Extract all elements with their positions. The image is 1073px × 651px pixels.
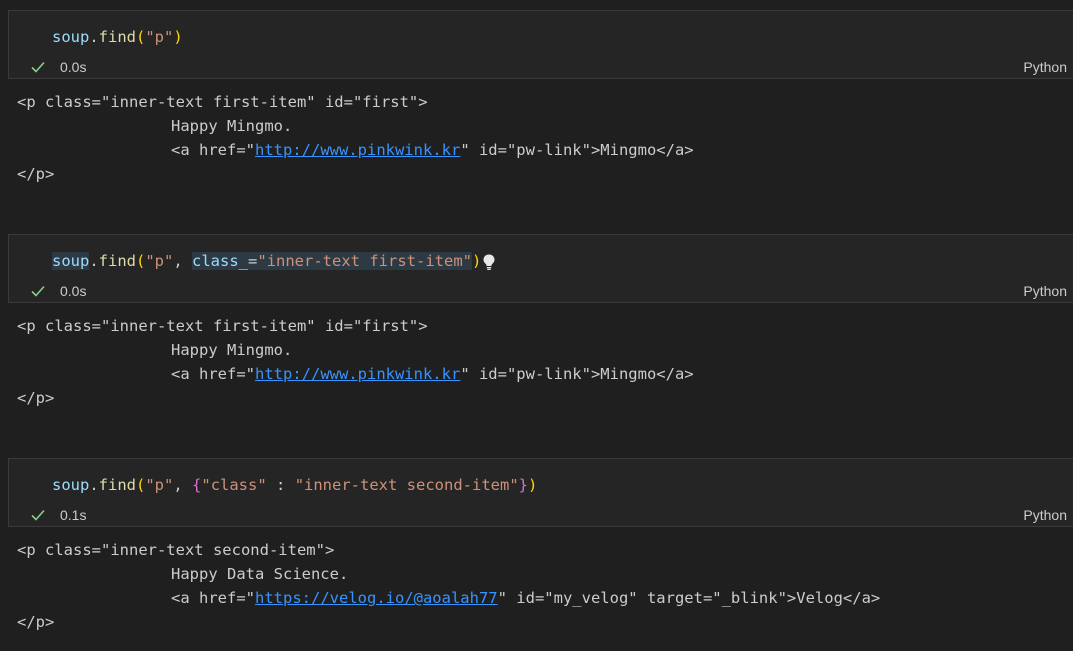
execution-status: 0.0s — [29, 57, 86, 77]
code-token-dict-key: "class" — [201, 476, 267, 494]
output-line: <p class="inner-text first-item" id="fir… — [17, 317, 428, 335]
execution-status: 0.1s — [29, 505, 86, 525]
code-token-paren-close: ) — [472, 252, 482, 270]
code-editor[interactable]: soup.find("p", {"class" : "inner-text se… — [8, 458, 1073, 527]
output-line: <a href="http://www.pinkwink.kr" id="pw-… — [17, 362, 694, 386]
output-link[interactable]: https://velog.io/@aoalah77 — [255, 589, 498, 607]
code-token-string: "inner-text first-item" — [257, 252, 472, 270]
code-token-variable: soup — [52, 252, 90, 270]
cell-output: <p class="inner-text second-item"> Happy… — [17, 538, 880, 634]
cell-output: <p class="inner-text first-item" id="fir… — [17, 90, 694, 186]
code-token-string: "p" — [145, 476, 174, 494]
code-line[interactable]: soup.find("p", {"class" : "inner-text se… — [52, 475, 537, 495]
code-token-paren-open: ( — [136, 252, 146, 270]
code-token-dict-value: "inner-text second-item" — [294, 476, 519, 494]
code-token-comma: , — [173, 252, 193, 270]
execution-time: 0.0s — [60, 59, 87, 75]
code-token-comma: , — [173, 476, 193, 494]
code-token-variable: soup — [52, 28, 90, 46]
code-token-paren-close: ) — [173, 28, 183, 46]
code-token-variable: soup — [52, 476, 90, 494]
code-token-paren-close: ) — [528, 476, 538, 494]
execution-time: 0.0s — [60, 283, 87, 299]
output-line: <p class="inner-text second-item"> — [17, 541, 335, 559]
output-text: " id="pw-link">Mingmo</a> — [460, 365, 694, 383]
code-line[interactable]: soup.find("p") — [52, 27, 183, 47]
output-text: <a href=" — [171, 589, 255, 607]
execution-status: 0.0s — [29, 281, 86, 301]
output-line: </p> — [17, 613, 55, 631]
cell-output: <p class="inner-text first-item" id="fir… — [17, 314, 694, 410]
output-line: </p> — [17, 165, 55, 183]
code-token-brace-close: } — [518, 476, 528, 494]
output-line: <a href="http://www.pinkwink.kr" id="pw-… — [17, 138, 694, 162]
check-icon — [31, 285, 45, 297]
code-token-string: "p" — [145, 252, 174, 270]
code-token-keyword-arg: class_ — [192, 252, 249, 270]
execution-time: 0.1s — [60, 507, 87, 523]
output-text: <a href=" — [171, 365, 255, 383]
code-token-function: find — [98, 28, 136, 46]
code-token-function: find — [98, 252, 136, 270]
output-line: <p class="inner-text first-item" id="fir… — [17, 93, 428, 111]
code-token-dot: . — [89, 252, 99, 270]
output-line: Happy Mingmo. — [171, 117, 293, 135]
output-line: Happy Data Science. — [171, 565, 349, 583]
check-icon — [31, 61, 45, 73]
code-token-function: find — [98, 476, 136, 494]
code-token-dot: . — [89, 28, 99, 46]
output-link[interactable]: http://www.pinkwink.kr — [255, 141, 460, 159]
code-editor[interactable]: soup.find("p", class_="inner-text first-… — [8, 234, 1073, 303]
output-line: </p> — [17, 389, 55, 407]
output-link[interactable]: http://www.pinkwink.kr — [255, 365, 460, 383]
language-picker[interactable]: Python — [1023, 283, 1067, 299]
language-picker[interactable]: Python — [1023, 507, 1067, 523]
code-token-colon: : — [266, 476, 295, 494]
code-line[interactable]: soup.find("p", class_="inner-text first-… — [52, 251, 496, 271]
output-line: <a href="https://velog.io/@aoalah77" id=… — [17, 586, 880, 610]
code-token-brace-open: { — [192, 476, 202, 494]
check-icon — [31, 509, 45, 521]
code-token-equals: = — [248, 252, 258, 270]
lightbulb-icon[interactable] — [482, 253, 496, 271]
code-editor[interactable]: soup.find("p") 0.0s Python — [8, 10, 1073, 79]
code-token-string: "p" — [145, 28, 174, 46]
code-token-paren-open: ( — [136, 476, 146, 494]
code-token-dot: . — [89, 476, 99, 494]
output-text: " id="pw-link">Mingmo</a> — [460, 141, 694, 159]
language-picker[interactable]: Python — [1023, 59, 1067, 75]
code-token-paren-open: ( — [136, 28, 146, 46]
output-text: <a href=" — [171, 141, 255, 159]
output-line: Happy Mingmo. — [171, 341, 293, 359]
output-text: " id="my_velog" target="_blink">Velog</a… — [497, 589, 881, 607]
